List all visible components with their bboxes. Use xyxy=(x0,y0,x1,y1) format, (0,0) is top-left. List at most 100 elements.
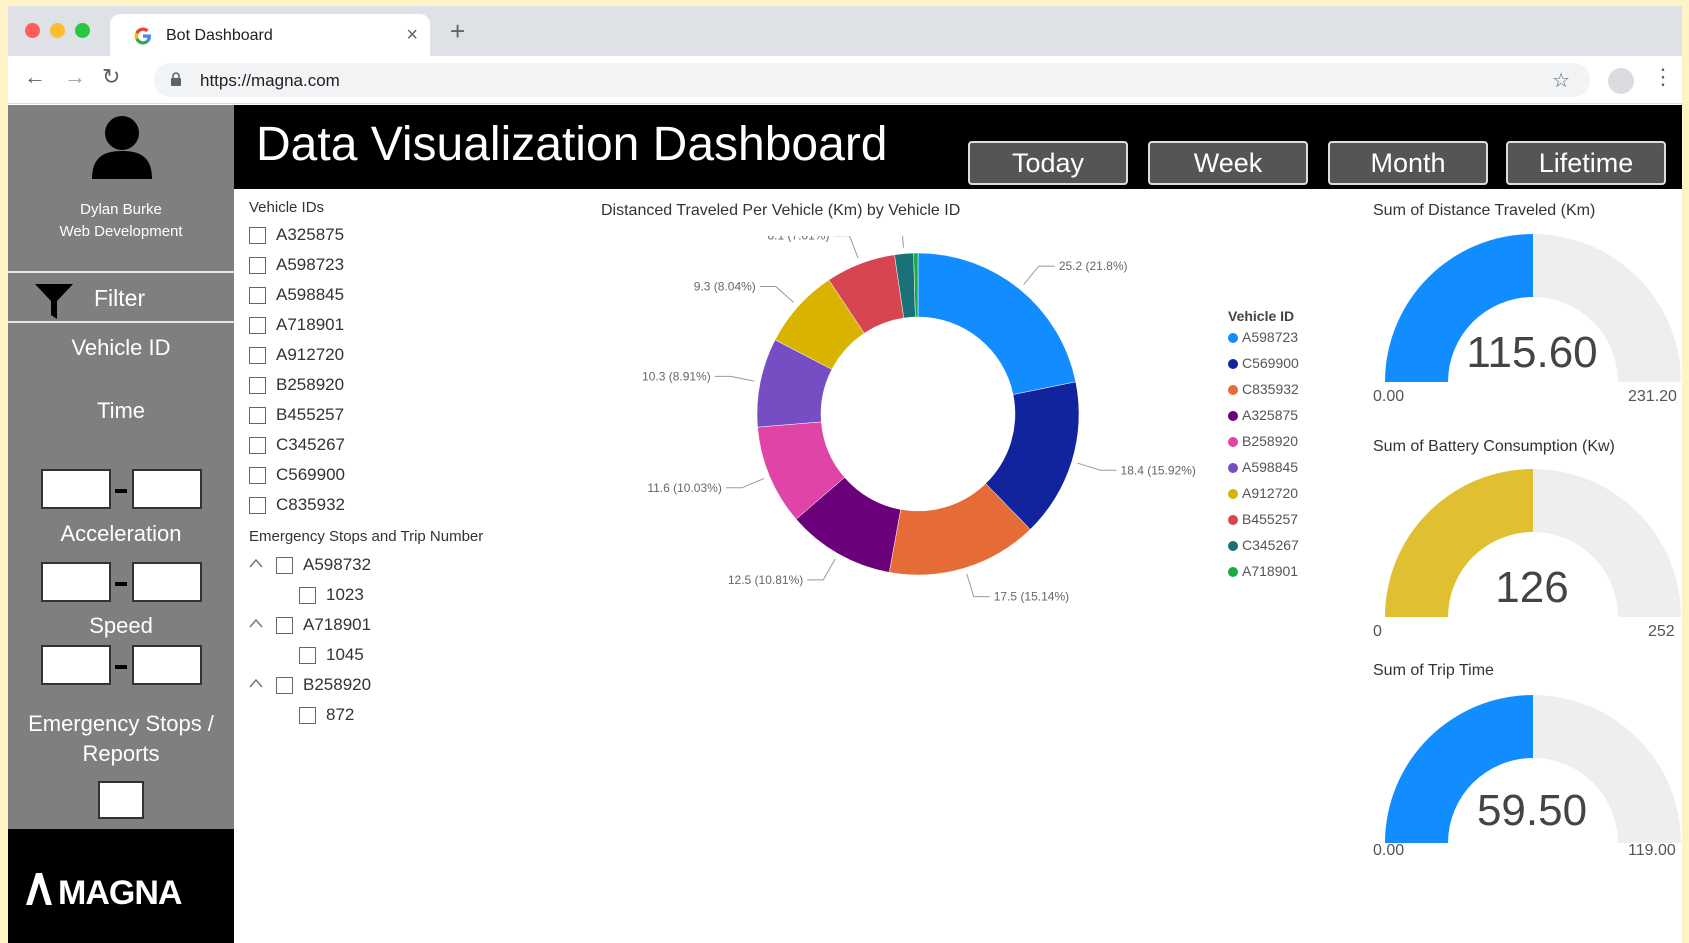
data-label-leader xyxy=(714,375,755,382)
user-department: Web Development xyxy=(59,223,183,240)
legend-swatch xyxy=(1228,411,1238,421)
range-dash xyxy=(115,489,127,493)
emergency-stops-input[interactable] xyxy=(98,781,144,819)
range-button-month[interactable]: Month xyxy=(1328,141,1488,185)
bookmark-star-icon[interactable]: ☆ xyxy=(1552,68,1570,93)
gauge-max-label: 231.20 xyxy=(1628,388,1677,405)
checkbox-box[interactable] xyxy=(249,437,266,454)
checkbox-box[interactable] xyxy=(299,647,316,664)
legend-label: A718901 xyxy=(1242,563,1299,579)
reload-icon[interactable]: ↻ xyxy=(102,64,120,90)
chevron-up-icon[interactable] xyxy=(249,618,263,628)
acceleration-from-input[interactable] xyxy=(41,562,111,602)
gauge-value: 59.50 xyxy=(1476,786,1588,835)
chevron-up-icon[interactable] xyxy=(249,558,263,568)
maximize-window-button[interactable] xyxy=(75,23,90,38)
acceleration-filter-label: Acceleration xyxy=(60,521,182,546)
tab-bar: Bot Dashboard × + xyxy=(8,6,1682,56)
checkbox-box[interactable] xyxy=(249,317,266,334)
emergency-slicer-title: Emergency Stops and Trip Number xyxy=(249,528,484,545)
dashboard-header: Data Visualization Dashboard Today Week … xyxy=(234,105,1682,189)
range-button-today[interactable]: Today xyxy=(968,141,1128,185)
checkbox-box[interactable] xyxy=(276,557,293,574)
gauge-title: Sum of Battery Consumption (Kw) xyxy=(1373,438,1615,455)
gauge-max-label: 252 xyxy=(1648,623,1675,640)
checkbox-box[interactable] xyxy=(276,617,293,634)
tab-title: Bot Dashboard xyxy=(166,27,273,44)
checkbox-box[interactable] xyxy=(249,467,266,484)
checkbox-box[interactable] xyxy=(249,257,266,274)
time-from-input[interactable] xyxy=(41,469,111,509)
sidebar: Dylan Burke Web Development Filter Vehic… xyxy=(8,105,234,943)
data-label: 9.3 (8.04%) xyxy=(694,279,756,293)
legend-swatch xyxy=(1228,385,1238,395)
data-label: 8.1 (7.01%) xyxy=(767,236,829,243)
legend-label: B258920 xyxy=(1242,433,1299,449)
legend-swatch xyxy=(1228,359,1238,369)
checkbox-box[interactable] xyxy=(276,677,293,694)
checkbox-box[interactable] xyxy=(249,377,266,394)
gauge-title: Sum of Trip Time xyxy=(1373,662,1494,679)
data-label-leader xyxy=(901,236,904,248)
page-title: Data Visualization Dashboard xyxy=(256,118,888,171)
gauge-value: 115.60 xyxy=(1466,328,1598,377)
checkbox-box[interactable] xyxy=(249,407,266,424)
range-button-lifetime[interactable]: Lifetime xyxy=(1506,141,1666,185)
chevron-up-icon[interactable] xyxy=(249,678,263,688)
new-tab-button[interactable]: + xyxy=(450,16,465,47)
user-profile: Dylan Burke Web Development xyxy=(8,105,234,265)
close-window-button[interactable] xyxy=(25,23,40,38)
legend-label: A598845 xyxy=(1242,459,1299,475)
checkbox-box[interactable] xyxy=(249,347,266,364)
legend-swatch xyxy=(1228,515,1238,525)
legend-label: C835932 xyxy=(1242,381,1299,397)
funnel-filter-icon xyxy=(35,284,73,319)
donut-slice-A598723[interactable] xyxy=(917,252,1077,395)
data-label-leader xyxy=(807,558,836,581)
browser-menu-icon[interactable]: ⋮ xyxy=(1652,66,1674,88)
speed-from-input[interactable] xyxy=(41,645,111,685)
range-dash xyxy=(115,582,127,586)
checkbox-box[interactable] xyxy=(249,227,266,244)
checkbox-box[interactable] xyxy=(299,587,316,604)
legend-label: C345267 xyxy=(1242,537,1299,553)
checkbox-box[interactable] xyxy=(299,707,316,724)
legend-label: A325875 xyxy=(1242,407,1299,423)
vehicle-checkbox-label: B258920 xyxy=(276,375,345,394)
browser-window: Bot Dashboard × + ← → ↻ https://magna.co… xyxy=(8,6,1682,943)
range-dash xyxy=(115,665,127,669)
speed-to-input[interactable] xyxy=(132,645,202,685)
user-name: Dylan Burke xyxy=(80,201,162,218)
data-label: 17.5 (15.14%) xyxy=(994,590,1069,604)
vehicle-checkbox-label: A912720 xyxy=(276,345,345,364)
gauge-min-label: 0 xyxy=(1373,623,1382,640)
emergency-filter-label-line2: Reports xyxy=(82,741,160,766)
legend-swatch xyxy=(1228,437,1238,447)
browser-tab[interactable]: Bot Dashboard × xyxy=(110,14,430,56)
checkbox-box[interactable] xyxy=(249,497,266,514)
minimize-window-button[interactable] xyxy=(50,23,65,38)
checkbox-box[interactable] xyxy=(249,287,266,304)
address-bar[interactable]: https://magna.com ☆ xyxy=(154,63,1590,97)
filter-label: Filter xyxy=(94,285,146,311)
data-label-leader xyxy=(1023,265,1055,285)
emergency-group-label: A598732 xyxy=(303,555,372,574)
filter-header[interactable]: Filter xyxy=(8,271,234,323)
legend-swatch xyxy=(1228,489,1238,499)
range-button-week[interactable]: Week xyxy=(1148,141,1308,185)
acceleration-to-input[interactable] xyxy=(132,562,202,602)
forward-arrow-icon[interactable]: → xyxy=(64,64,86,90)
back-arrow-icon[interactable]: ← xyxy=(24,64,46,90)
data-label-leader xyxy=(1077,462,1117,471)
url-text: https://magna.com xyxy=(200,71,340,90)
legend-swatch xyxy=(1228,333,1238,343)
close-tab-icon[interactable]: × xyxy=(406,24,418,47)
profile-avatar[interactable] xyxy=(1608,68,1634,94)
data-label: 25.2 (21.8%) xyxy=(1059,259,1128,273)
time-to-input[interactable] xyxy=(132,469,202,509)
emergency-group-label: A718901 xyxy=(303,615,372,634)
donut-chart[interactable]: 25.2 (21.8%) 18.4 (15.92%) 17.5 (15.14%) 12… xyxy=(608,236,1228,636)
time-filter-label: Time xyxy=(96,398,146,423)
emergency-filter-label: Emergency Stops / xyxy=(28,711,214,736)
vehicle-id-filter-label[interactable]: Vehicle ID xyxy=(8,335,234,361)
